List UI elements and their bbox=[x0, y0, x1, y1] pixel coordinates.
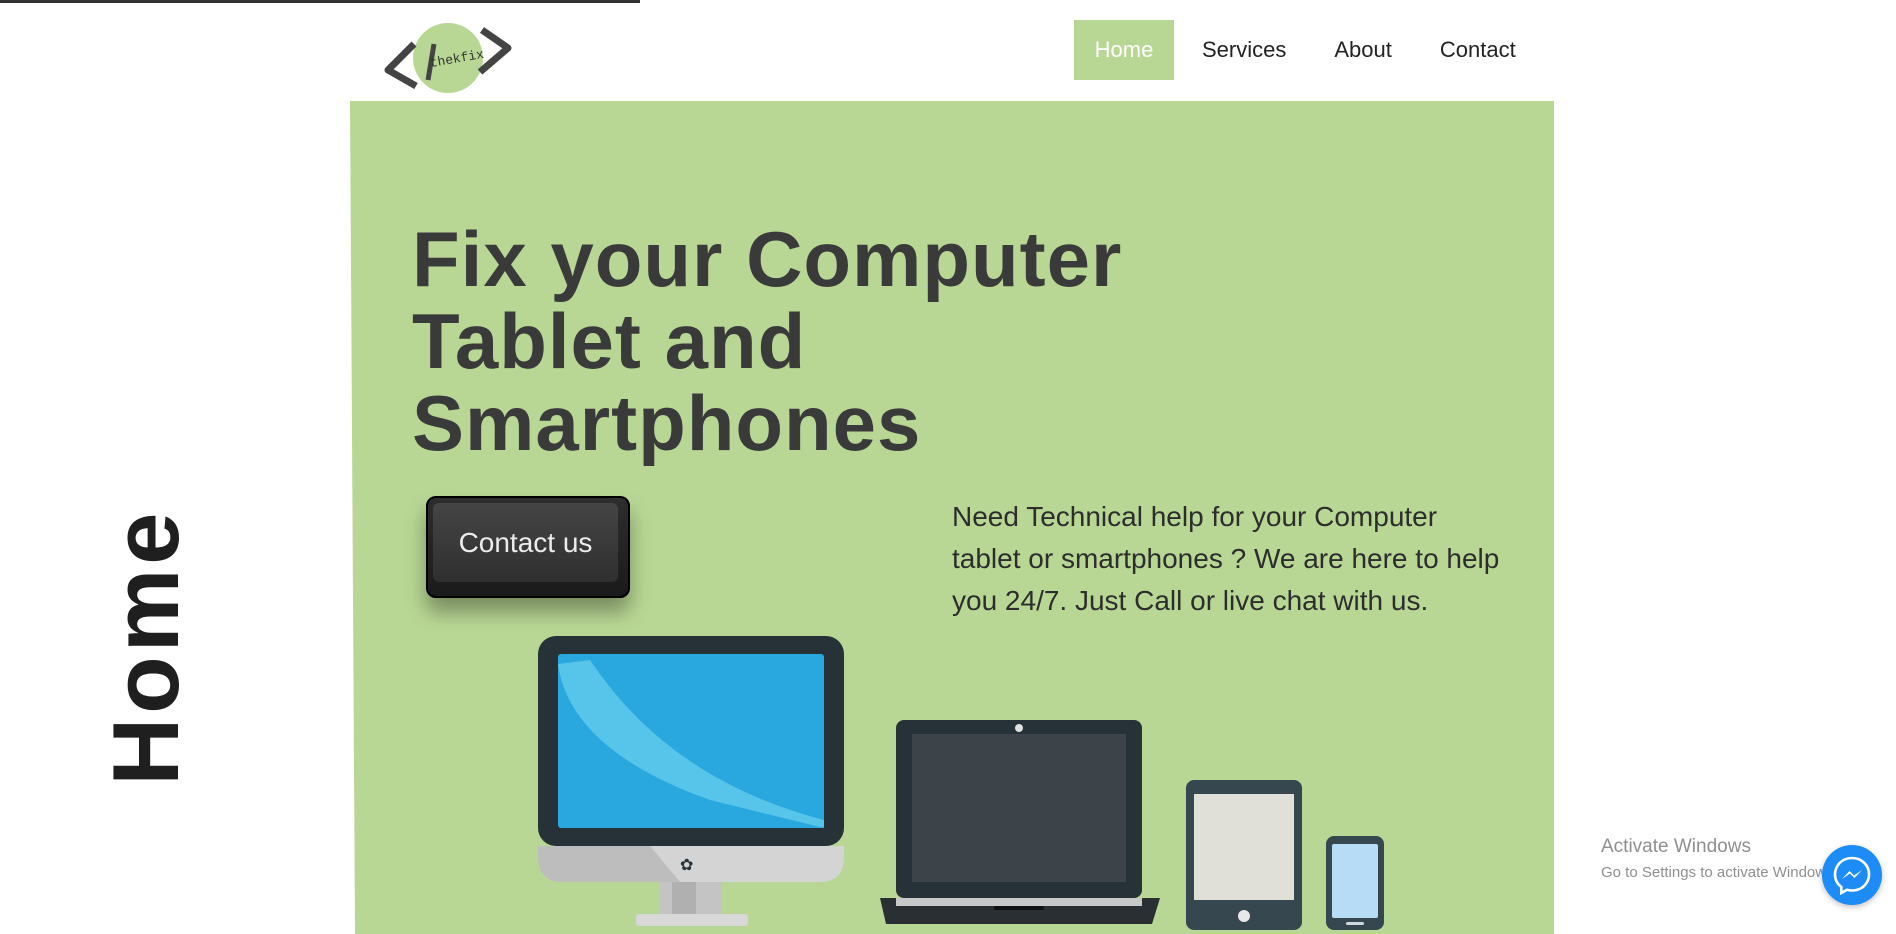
watermark-subtitle: Go to Settings to activate Windows. bbox=[1601, 864, 1838, 881]
laptop-icon bbox=[880, 720, 1160, 924]
hero-description: Need Technical help for your Computer ta… bbox=[952, 501, 1500, 616]
activate-windows-watermark: Activate Windows Go to Settings to activ… bbox=[1601, 836, 1838, 881]
contact-us-button-label: Contact us bbox=[433, 503, 618, 582]
contact-us-button[interactable]: Contact us bbox=[426, 496, 630, 598]
site-logo[interactable]: thekfix bbox=[382, 22, 514, 100]
code-brackets-logo-icon: thekfix bbox=[384, 23, 512, 93]
hero-title: Fix your Computer Tablet and Smartphones bbox=[412, 218, 1312, 464]
nav-about[interactable]: About bbox=[1334, 37, 1392, 63]
side-section-label: Home bbox=[93, 486, 198, 808]
smartphone-icon bbox=[1326, 836, 1384, 930]
desktop-monitor-icon: ✿ bbox=[538, 636, 844, 926]
nav-home[interactable]: Home bbox=[1074, 20, 1174, 80]
hero-title-line-3: Smartphones bbox=[412, 379, 922, 467]
hero-title-line-1: Fix your Computer bbox=[412, 215, 1123, 303]
tablet-icon bbox=[1186, 780, 1302, 930]
svg-text:✿: ✿ bbox=[680, 855, 693, 874]
devices-illustration: ✿ bbox=[530, 630, 1390, 934]
hero-title-line-2: Tablet and bbox=[412, 297, 807, 385]
main-nav: Home Services About Contact bbox=[1074, 20, 1516, 80]
messenger-chat-button[interactable] bbox=[1822, 845, 1882, 905]
side-section-label-text: Home bbox=[93, 508, 198, 786]
watermark-title: Activate Windows bbox=[1601, 836, 1751, 857]
nav-contact[interactable]: Contact bbox=[1440, 37, 1516, 63]
messenger-icon bbox=[1833, 856, 1871, 895]
top-border-line bbox=[0, 0, 640, 3]
nav-services[interactable]: Services bbox=[1202, 37, 1286, 63]
